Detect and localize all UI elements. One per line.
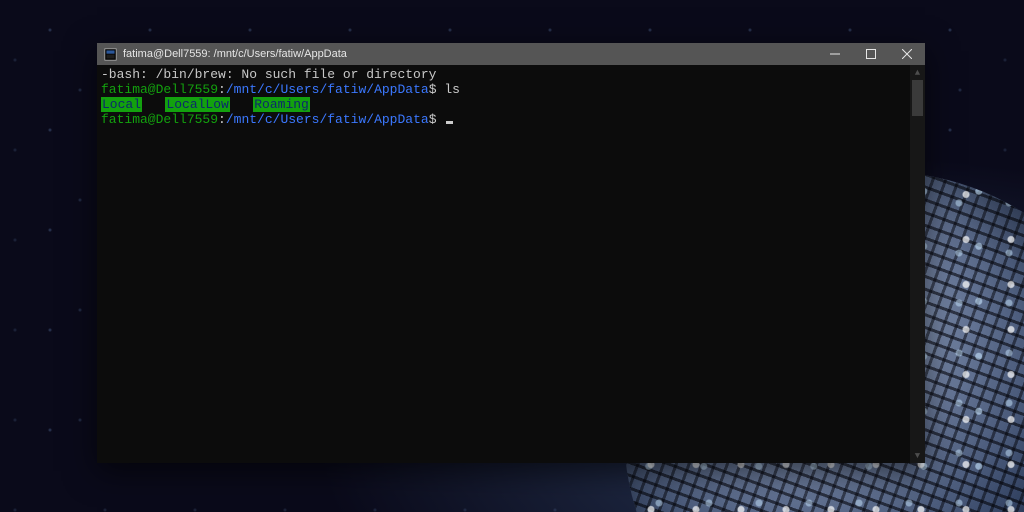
cursor: [446, 121, 453, 124]
prompt-path: /mnt/c/Users/fatiw/AppData: [226, 112, 429, 127]
close-button[interactable]: [889, 43, 925, 65]
prompt-sep: :: [218, 82, 226, 97]
command-text: ls: [444, 82, 460, 97]
maximize-button[interactable]: [853, 43, 889, 65]
window-title: fatima@Dell7559: /mnt/c/Users/fatiw/AppD…: [123, 48, 347, 60]
scrollbar-thumb[interactable]: [912, 80, 923, 116]
prompt-sigil: $: [429, 112, 437, 127]
scrollbar-up-arrow[interactable]: ▲: [910, 65, 925, 80]
prompt-userhost: fatima@Dell7559: [101, 112, 218, 127]
app-icon: [103, 47, 117, 61]
terminal-body: -bash: /bin/brew: No such file or direct…: [97, 65, 925, 463]
dir-entry: Local: [101, 97, 142, 112]
error-line: -bash: /bin/brew: No such file or direct…: [101, 67, 436, 82]
terminal-output[interactable]: -bash: /bin/brew: No such file or direct…: [97, 65, 910, 463]
minimize-button[interactable]: [817, 43, 853, 65]
prompt-sep: :: [218, 112, 226, 127]
prompt-userhost: fatima@Dell7559: [101, 82, 218, 97]
dir-entry: Roaming: [253, 97, 310, 112]
prompt-path: /mnt/c/Users/fatiw/AppData: [226, 82, 429, 97]
prompt-sigil: $: [429, 82, 437, 97]
terminal-window: fatima@Dell7559: /mnt/c/Users/fatiw/AppD…: [97, 43, 925, 463]
scrollbar-down-arrow[interactable]: ▼: [910, 448, 925, 463]
scrollbar-vertical[interactable]: ▲ ▼: [910, 65, 925, 463]
dir-entry: LocalLow: [165, 97, 229, 112]
titlebar[interactable]: fatima@Dell7559: /mnt/c/Users/fatiw/AppD…: [97, 43, 925, 65]
